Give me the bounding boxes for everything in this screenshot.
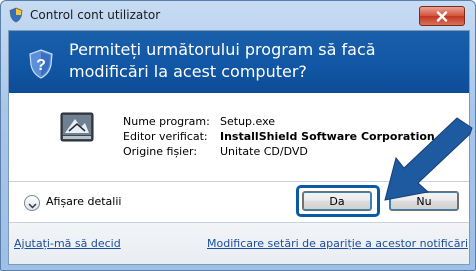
detail-value: Unitate CD/DVD: [220, 145, 308, 158]
dialog-client-area: ? Permiteți următorului program să facă …: [8, 30, 470, 265]
setup-program-icon: [59, 111, 95, 145]
show-details-label[interactable]: Afișare detalii: [46, 195, 121, 208]
uac-shield-question-icon: ?: [28, 49, 54, 79]
chevron-down-icon: [27, 194, 37, 213]
change-notification-settings-link[interactable]: Modificare setări de apariție a acestor …: [207, 237, 468, 250]
detail-label: Origine fișier:: [123, 145, 198, 158]
uac-dialog-window: Control cont utilizator ? Permiteți urmă…: [0, 0, 476, 271]
question-banner: ? Permiteți următorului program să facă …: [9, 31, 469, 93]
detail-value: InstallShield Software Corporation: [220, 130, 435, 143]
footer: Ajutați-mă să decid Modificare setări de…: [9, 223, 469, 264]
show-details-toggle[interactable]: [24, 195, 40, 211]
detail-label: Nume program:: [123, 115, 210, 128]
close-icon: [436, 7, 448, 26]
detail-row-program-name: Nume program: Setup.exe: [123, 114, 435, 129]
close-button[interactable]: [419, 6, 465, 26]
window-title: Control cont utilizator: [30, 8, 161, 22]
detail-label: Editor verificat:: [123, 130, 208, 143]
shield-icon: [8, 7, 24, 23]
no-button[interactable]: Nu: [389, 191, 459, 211]
detail-value: Setup.exe: [220, 115, 276, 128]
help-me-decide-link[interactable]: Ajutați-mă să decid: [14, 237, 121, 250]
action-row: Afișare detalii Da Nu: [9, 182, 469, 222]
yes-button[interactable]: Da: [302, 191, 372, 211]
svg-text:?: ?: [36, 57, 46, 74]
question-text: Permiteți următorului program să facă mo…: [69, 40, 376, 81]
detail-row-publisher: Editor verificat: InstallShield Software…: [123, 129, 435, 144]
detail-row-file-origin: Origine fișier: Unitate CD/DVD: [123, 144, 435, 159]
title-bar[interactable]: Control cont utilizator: [1, 1, 475, 29]
program-details: Nume program: Setup.exe Editor verificat…: [123, 114, 435, 159]
